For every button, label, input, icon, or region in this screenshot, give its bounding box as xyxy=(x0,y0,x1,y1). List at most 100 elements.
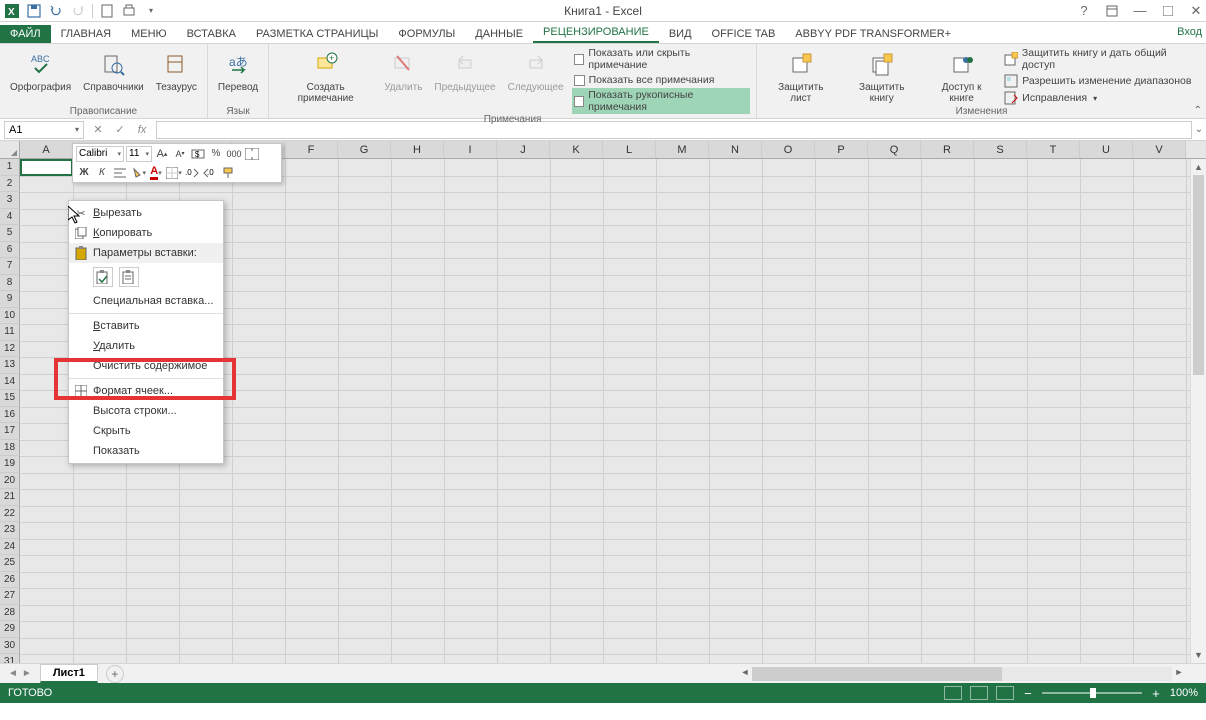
row-header[interactable]: 1 xyxy=(0,159,20,176)
row-header[interactable]: 12 xyxy=(0,341,20,358)
paste-option-2[interactable] xyxy=(119,267,139,287)
zoom-level[interactable]: 100% xyxy=(1170,687,1198,699)
protect-share-button[interactable]: Защитить книгу и дать общий доступ xyxy=(1002,46,1200,72)
format-painter-icon[interactable] xyxy=(220,165,236,181)
tab-formulas[interactable]: ФОРМУЛЫ xyxy=(388,25,465,43)
name-box[interactable]: A1▾ xyxy=(4,121,84,139)
track-changes-button[interactable]: Исправления▾ xyxy=(1002,90,1200,106)
column-header[interactable]: O xyxy=(762,141,815,158)
column-header[interactable]: A xyxy=(20,141,73,158)
font-color-icon[interactable]: А▾ xyxy=(148,165,164,181)
column-header[interactable]: N xyxy=(709,141,762,158)
row-header[interactable]: 28 xyxy=(0,605,20,622)
scroll-down-icon[interactable]: ▼ xyxy=(1191,647,1206,663)
sheet-nav-prev-icon[interactable]: ◄ xyxy=(8,668,18,679)
row-header[interactable]: 24 xyxy=(0,539,20,556)
row-header[interactable]: 31 xyxy=(0,654,20,663)
row-header[interactable]: 14 xyxy=(0,374,20,391)
hscroll-thumb[interactable] xyxy=(752,667,1002,681)
percent-icon[interactable]: % xyxy=(208,146,224,162)
zoom-slider[interactable] xyxy=(1042,692,1142,694)
row-header[interactable]: 19 xyxy=(0,456,20,473)
row-header[interactable]: 18 xyxy=(0,440,20,457)
scroll-right-icon[interactable]: ► xyxy=(1172,667,1186,681)
row-header[interactable]: 23 xyxy=(0,522,20,539)
tab-file[interactable]: ФАЙЛ xyxy=(0,25,51,43)
column-header[interactable]: I xyxy=(444,141,497,158)
merge-icon[interactable] xyxy=(244,146,260,162)
font-picker[interactable]: Calibri▾ xyxy=(76,146,124,162)
font-size-picker[interactable]: 11▾ xyxy=(126,146,152,162)
print-preview-icon[interactable] xyxy=(121,3,137,19)
row-header[interactable]: 8 xyxy=(0,275,20,292)
row-header[interactable]: 25 xyxy=(0,555,20,572)
view-normal-icon[interactable] xyxy=(944,686,962,700)
zoom-out-icon[interactable]: − xyxy=(1022,686,1034,701)
tab-view[interactable]: ВИД xyxy=(659,25,702,43)
column-header[interactable]: Q xyxy=(868,141,921,158)
column-header[interactable]: M xyxy=(656,141,709,158)
spelling-button[interactable]: ABC Орфография xyxy=(6,46,75,95)
column-header[interactable]: K xyxy=(550,141,603,158)
show-ink-checkbox[interactable]: Показать рукописные примечания xyxy=(572,88,750,114)
protect-workbook-button[interactable]: Защитить книгу xyxy=(842,46,920,106)
column-header[interactable]: J xyxy=(497,141,550,158)
column-header[interactable]: V xyxy=(1133,141,1186,158)
undo-icon[interactable] xyxy=(48,3,64,19)
save-icon[interactable] xyxy=(26,3,42,19)
context-copy[interactable]: Копировать xyxy=(69,223,223,243)
tab-data[interactable]: ДАННЫЕ xyxy=(465,25,533,43)
context-insert[interactable]: Вставить xyxy=(69,316,223,336)
redo-icon[interactable] xyxy=(70,3,86,19)
view-page-layout-icon[interactable] xyxy=(970,686,988,700)
tab-page-layout[interactable]: РАЗМЕТКА СТРАНИЦЫ xyxy=(246,25,388,43)
row-header[interactable]: 30 xyxy=(0,638,20,655)
sheet-tab-1[interactable]: Лист1 xyxy=(40,664,98,683)
row-header[interactable]: 20 xyxy=(0,473,20,490)
tab-home[interactable]: ГЛАВНАЯ xyxy=(51,25,121,43)
new-doc-icon[interactable] xyxy=(99,3,115,19)
row-header[interactable]: 16 xyxy=(0,407,20,424)
share-workbook-button[interactable]: Доступ к книге xyxy=(925,46,998,106)
column-header[interactable]: H xyxy=(391,141,444,158)
vscroll-thumb[interactable] xyxy=(1193,175,1204,375)
row-header[interactable]: 26 xyxy=(0,572,20,589)
protect-sheet-button[interactable]: Защитить лист xyxy=(763,46,838,106)
vertical-scrollbar[interactable]: ▲ ▼ xyxy=(1190,159,1206,663)
chevron-down-icon[interactable]: ▾ xyxy=(75,125,79,134)
maximize-icon[interactable] xyxy=(1160,3,1176,19)
qat-customize-icon[interactable]: ▾ xyxy=(143,3,159,19)
row-header[interactable]: 15 xyxy=(0,390,20,407)
sign-in-link[interactable]: Вход xyxy=(1177,26,1202,38)
show-hide-comment-checkbox[interactable]: Показать или скрыть примечание xyxy=(572,46,750,72)
close-icon[interactable]: ✕ xyxy=(1188,3,1204,19)
expand-formula-bar-icon[interactable]: ⌄ xyxy=(1192,124,1206,135)
tab-office[interactable]: Office Tab xyxy=(702,25,786,43)
sheet-nav-next-icon[interactable]: ► xyxy=(22,668,32,679)
zoom-in-icon[interactable]: + xyxy=(1150,686,1162,701)
add-sheet-button[interactable]: + xyxy=(106,665,124,683)
paste-option-1[interactable] xyxy=(93,267,113,287)
context-hide[interactable]: Скрыть xyxy=(69,421,223,441)
row-header[interactable]: 2 xyxy=(0,176,20,193)
fx-icon[interactable]: fx xyxy=(132,121,152,139)
row-header[interactable]: 9 xyxy=(0,291,20,308)
select-all-button[interactable] xyxy=(0,141,20,158)
collapse-ribbon-icon[interactable]: ⌃ xyxy=(1194,105,1202,116)
column-header[interactable]: S xyxy=(974,141,1027,158)
view-page-break-icon[interactable] xyxy=(996,686,1014,700)
row-header[interactable]: 17 xyxy=(0,423,20,440)
scroll-up-icon[interactable]: ▲ xyxy=(1191,159,1206,175)
increase-font-icon[interactable]: A▴ xyxy=(154,146,170,162)
cancel-formula-icon[interactable]: ✕ xyxy=(88,121,108,139)
tab-review[interactable]: РЕЦЕНЗИРОВАНИЕ xyxy=(533,23,659,43)
show-all-comments-checkbox[interactable]: Показать все примечания xyxy=(572,73,750,87)
context-clear[interactable]: Очистить содержимое xyxy=(69,356,223,376)
row-header[interactable]: 27 xyxy=(0,588,20,605)
column-header[interactable]: F xyxy=(285,141,338,158)
column-header[interactable]: P xyxy=(815,141,868,158)
help-icon[interactable]: ? xyxy=(1076,3,1092,19)
decrease-font-icon[interactable]: A▾ xyxy=(172,146,188,162)
row-header[interactable]: 13 xyxy=(0,357,20,374)
bold-icon[interactable]: Ж xyxy=(76,165,92,181)
